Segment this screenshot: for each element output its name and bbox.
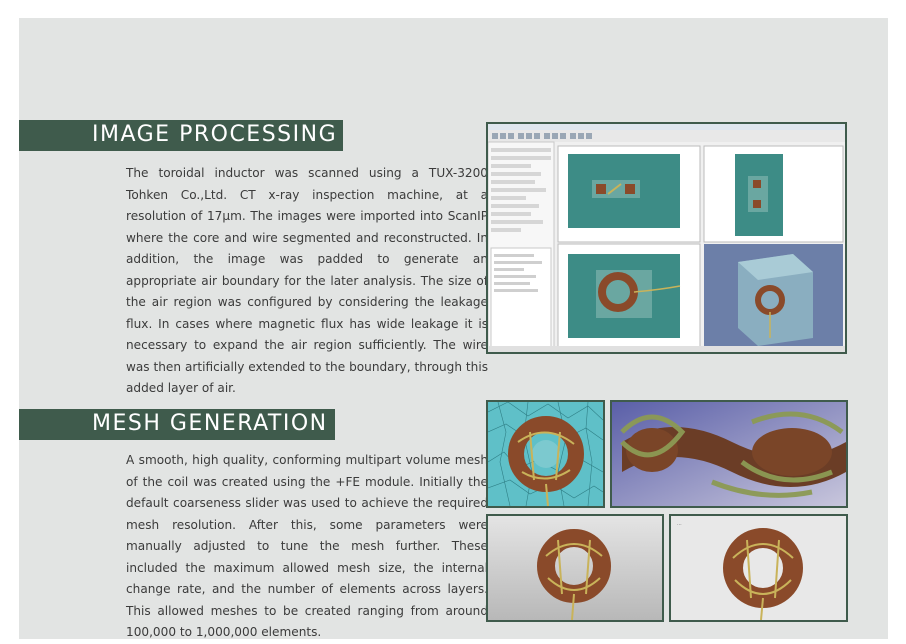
svg-text:···: ···	[677, 522, 682, 528]
mesh-closeup-purple-figure	[610, 400, 848, 508]
mesh-closeup-purple-image	[612, 402, 846, 506]
coil-render-grey-right-image: ···	[671, 516, 846, 620]
scanip-screenshot-figure	[486, 122, 847, 354]
mesh-closeup-teal-figure	[486, 400, 605, 508]
page-background: IMAGE PROCESSING The toroidal inductor w…	[19, 18, 888, 639]
image-processing-paragraph: The toroidal inductor was scanned using …	[126, 166, 488, 395]
section-heading-image-processing: IMAGE PROCESSING	[19, 120, 343, 151]
coil-render-grey-left-figure	[486, 514, 664, 622]
section-heading-mesh-generation: MESH GENERATION	[19, 409, 335, 440]
coil-render-grey-left-image	[488, 516, 662, 620]
scanip-screenshot-image	[488, 124, 845, 352]
mesh-generation-paragraph: A smooth, high quality, conforming multi…	[126, 453, 488, 639]
coil-render-grey-right-figure: ···	[669, 514, 848, 622]
mesh-closeup-teal-image	[488, 402, 603, 506]
